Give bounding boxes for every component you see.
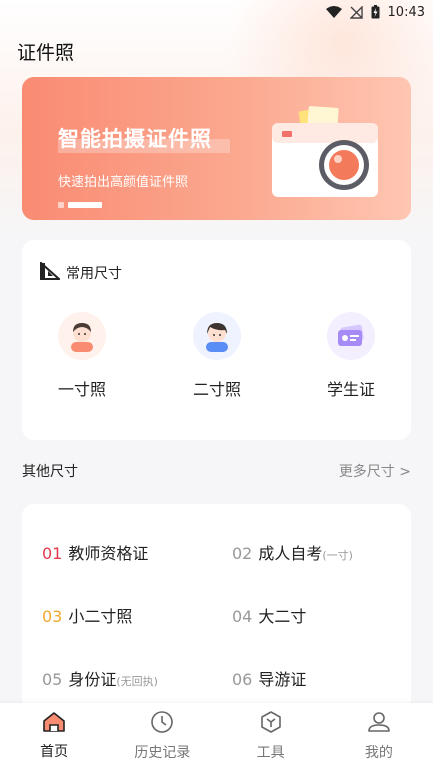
banner-dot-active: [68, 202, 102, 208]
wifi-icon: [325, 5, 342, 19]
list-item-number: 02: [232, 544, 253, 563]
home-icon: [42, 711, 66, 737]
battery-icon: [371, 5, 380, 19]
boy-avatar-icon: [193, 312, 241, 360]
list-item-label: 教师资格证: [68, 544, 149, 563]
camera-icon: [272, 105, 384, 201]
list-item-note: (一寸): [322, 549, 353, 562]
bottom-tab-bar: 首页 历史记录 工具 我的: [0, 703, 433, 769]
size-label: 一寸照: [57, 380, 106, 399]
list-item-label: 身份证 (无回执): [68, 666, 158, 690]
list-item[interactable]: 03 小二寸照: [42, 603, 132, 627]
size-label: 二寸照: [192, 380, 241, 399]
list-item[interactable]: 05 身份证 (无回执): [42, 666, 158, 690]
list-item-number: 01: [42, 544, 63, 563]
banner-title: 智能拍摄证件照: [58, 127, 212, 151]
list-item[interactable]: 06 导游证: [232, 666, 306, 690]
list-item[interactable]: 04 大二寸: [232, 603, 306, 627]
common-sizes-card: 常用尺寸 一寸照 二寸照 学生证: [22, 240, 411, 440]
list-item-label: 大二寸: [258, 607, 307, 626]
size-item-student-card[interactable]: 学生证: [301, 312, 401, 400]
list-item-label: 小二寸照: [68, 607, 133, 626]
size-item-two-inch[interactable]: 二寸照: [167, 312, 267, 400]
tab-label: 我的: [364, 745, 393, 761]
size-item-one-inch[interactable]: 一寸照: [32, 312, 132, 400]
list-item-label-text: 成人自考: [258, 544, 323, 563]
clock-icon: [150, 710, 174, 738]
common-sizes-title: 常用尺寸: [66, 266, 122, 282]
girl-avatar-icon: [58, 312, 106, 360]
tab-home[interactable]: 首页: [4, 711, 104, 761]
page-title: 证件照: [17, 42, 75, 64]
list-item-note: (无回执): [116, 675, 158, 688]
tab-history[interactable]: 历史记录: [112, 710, 212, 762]
list-item[interactable]: 02 成人自考 (一寸): [232, 540, 353, 564]
tab-label: 首页: [40, 744, 69, 760]
list-item-label: 成人自考 (一寸): [258, 540, 353, 564]
ruler-icon: [40, 260, 62, 284]
list-item-label: 导游证: [258, 670, 307, 689]
list-item-label-text: 身份证: [68, 670, 117, 689]
status-bar: 10:43: [0, 0, 433, 24]
tab-label: 历史记录: [134, 745, 191, 761]
more-sizes-link[interactable]: 更多尺寸 >: [339, 461, 411, 481]
tab-label: 工具: [256, 745, 285, 761]
banner-subtitle: 快速拍出高颜值证件照: [58, 175, 189, 190]
status-time: 10:43: [387, 4, 425, 20]
student-card-icon: [327, 312, 375, 360]
no-signal-icon: [349, 5, 363, 19]
other-sizes-title: 其他尺寸: [22, 464, 78, 480]
list-item[interactable]: 01 教师资格证: [42, 540, 148, 564]
promo-banner[interactable]: 智能拍摄证件照 快速拍出高颜值证件照: [22, 77, 411, 220]
common-sizes-header: 常用尺寸: [40, 260, 122, 284]
size-label: 学生证: [326, 380, 375, 399]
user-icon: [367, 710, 391, 738]
tab-tools[interactable]: 工具: [221, 710, 321, 762]
list-item-number: 03: [42, 607, 63, 626]
banner-dot: [58, 202, 64, 208]
cube-icon: [259, 710, 283, 738]
banner-pagination: [58, 202, 102, 208]
other-sizes-card: 01 教师资格证 02 成人自考 (一寸) 03 小二寸照 04 大二寸 05 身…: [22, 504, 411, 714]
list-item-number: 04: [232, 607, 253, 626]
list-item-number: 06: [232, 670, 253, 689]
list-item-number: 05: [42, 670, 63, 689]
tab-me[interactable]: 我的: [329, 710, 429, 762]
